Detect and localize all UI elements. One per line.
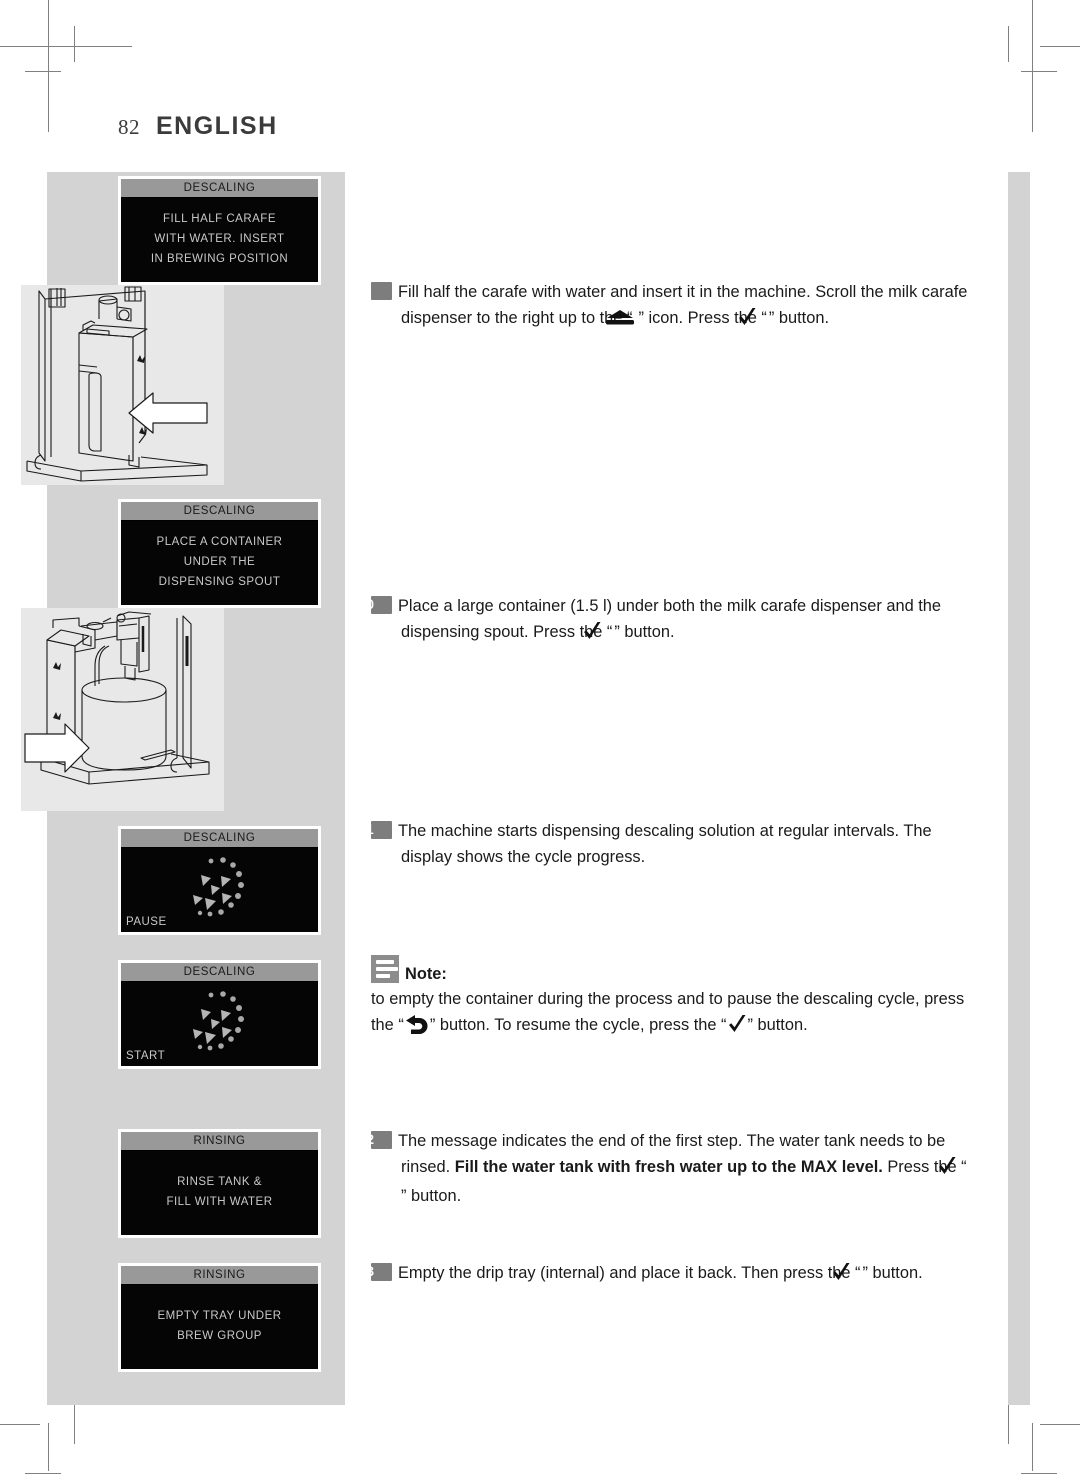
display-line: WITH WATER. INSERT (154, 233, 285, 245)
display-line: FILL WITH WATER (166, 1196, 273, 1208)
display-title: DESCALING (121, 963, 318, 982)
display-line: RINSE TANK & (177, 1176, 262, 1188)
display-panel-descaling-fill-carafe: DESCALING FILL HALF CARAFE WITH WATER. I… (118, 176, 321, 285)
page-header: 82 ENGLISH (118, 112, 278, 141)
note-text: to empty the container during the proces… (371, 987, 971, 1043)
display-status: START (126, 1050, 166, 1062)
container-under-spout-drawing (21, 608, 224, 811)
display-line: FILL HALF CARAFE (162, 213, 277, 225)
step-text: Place a large container (1.5 l) under bo… (398, 597, 941, 641)
display-line: IN BREWING POSITION (150, 253, 289, 265)
step-text: The message indicates the end of the fir… (398, 1132, 969, 1205)
instruction-step-12: 12 The message indicates the end of the f… (359, 1129, 971, 1210)
display-panel-descaling-place-container: DESCALING PLACE A CONTAINER UNDER THE DI… (118, 499, 321, 608)
instruction-step-10: 10 Place a large container (1.5 l) under … (359, 594, 971, 649)
note-block: Note: to empty the container during the … (371, 955, 971, 1043)
check-button-icon (728, 1014, 747, 1043)
crop-mark-bottom-left-vertical (48, 1423, 49, 1471)
text-run: Empty the drip tray (internal) and place… (398, 1264, 861, 1282)
note-header: Note: (371, 955, 971, 983)
step-number-badge: 10 (359, 596, 392, 614)
display-panel-descaling-pause: DESCALING PAUSE (118, 826, 321, 935)
crop-mark-top-right-bleed-vertical (1008, 26, 1009, 62)
step-number-badge: 9 (363, 282, 392, 300)
text-run: ” button. (401, 1187, 462, 1205)
crop-mark-bottom-right-horizontal (1040, 1424, 1080, 1425)
text-run: ” button. (862, 1264, 923, 1282)
carafe-insert-drawing (21, 285, 224, 485)
display-body: FILL HALF CARAFE WITH WATER. INSERT IN B… (121, 198, 318, 282)
text-run: The machine starts dispensing descaling … (398, 822, 932, 866)
crop-mark-top-left-bleed-vertical (74, 26, 75, 62)
page-number: 82 (118, 115, 140, 139)
display-line: DISPENSING SPOUT (158, 576, 281, 588)
text-run: ” button. To resume the cycle, press the… (429, 1015, 727, 1034)
instruction-step-13: 13 Empty the drip tray (internal) and pla… (359, 1261, 971, 1291)
step-text: Fill half the carafe with water and inse… (398, 283, 967, 327)
display-line: EMPTY TRAY UNDER (157, 1310, 282, 1322)
step-text: The machine starts dispensing descaling … (398, 822, 932, 866)
note-icon (371, 955, 399, 983)
step-number-badge: 12 (359, 1131, 392, 1149)
text-run: ” button. (768, 308, 830, 327)
display-title: DESCALING (121, 179, 318, 198)
display-title: RINSING (121, 1266, 318, 1285)
display-line: PLACE A CONTAINER (156, 536, 283, 548)
right-edge-gray-strip (1008, 172, 1030, 1405)
crop-mark-top-left-horizontal (0, 46, 132, 47)
cycle-progress-spinner-icon (192, 991, 244, 1051)
crop-mark-top-right-vertical (1032, 0, 1033, 132)
note-label: Note: (405, 965, 447, 983)
crop-mark-top-left-vertical (48, 0, 49, 132)
display-panel-descaling-start: DESCALING START (118, 960, 321, 1069)
display-body: START (121, 982, 318, 1066)
display-panel-rinsing-empty-tray: RINSING EMPTY TRAY UNDER BREW GROUP (118, 1263, 321, 1372)
text-run: ” button. (747, 1015, 808, 1034)
display-line: UNDER THE (183, 556, 256, 568)
crop-mark-top-left-bleed-horizontal (25, 71, 61, 72)
display-title: RINSING (121, 1132, 318, 1151)
display-title: DESCALING (121, 502, 318, 521)
page-title: ENGLISH (156, 112, 278, 140)
display-title: DESCALING (121, 829, 318, 848)
step-number-badge: 11 (359, 821, 392, 839)
display-status: PAUSE (126, 916, 167, 928)
step-number-badge: 13 (359, 1263, 392, 1281)
display-body: EMPTY TRAY UNDER BREW GROUP (121, 1285, 318, 1369)
illustration-container-under-spout (21, 608, 224, 811)
display-body: PLACE A CONTAINER UNDER THE DISPENSING S… (121, 521, 318, 605)
crop-mark-bottom-left-horizontal (0, 1424, 40, 1425)
display-body: PAUSE (121, 848, 318, 932)
crop-mark-top-right-horizontal (1040, 46, 1080, 47)
text-run: ” button. (614, 622, 675, 641)
crop-mark-bottom-right-vertical (1032, 1423, 1033, 1471)
emphasis-run: Fill the water tank with fresh water up … (454, 1157, 883, 1176)
display-line: BREW GROUP (177, 1330, 262, 1342)
display-body: RINSE TANK & FILL WITH WATER (121, 1151, 318, 1235)
illustration-carafe-insert (21, 285, 224, 485)
crop-mark-top-right-bleed-horizontal (1021, 71, 1057, 72)
instruction-step-11: 11 The machine starts dispensing descalin… (359, 819, 971, 870)
instruction-step-9: 9 Fill half the carafe with water and ins… (363, 280, 971, 335)
step-text: Empty the drip tray (internal) and place… (398, 1263, 923, 1282)
back-button-icon (405, 1014, 429, 1044)
cycle-progress-spinner-icon (192, 857, 244, 917)
display-panel-rinsing-rinse-tank: RINSING RINSE TANK & FILL WITH WATER (118, 1129, 321, 1238)
